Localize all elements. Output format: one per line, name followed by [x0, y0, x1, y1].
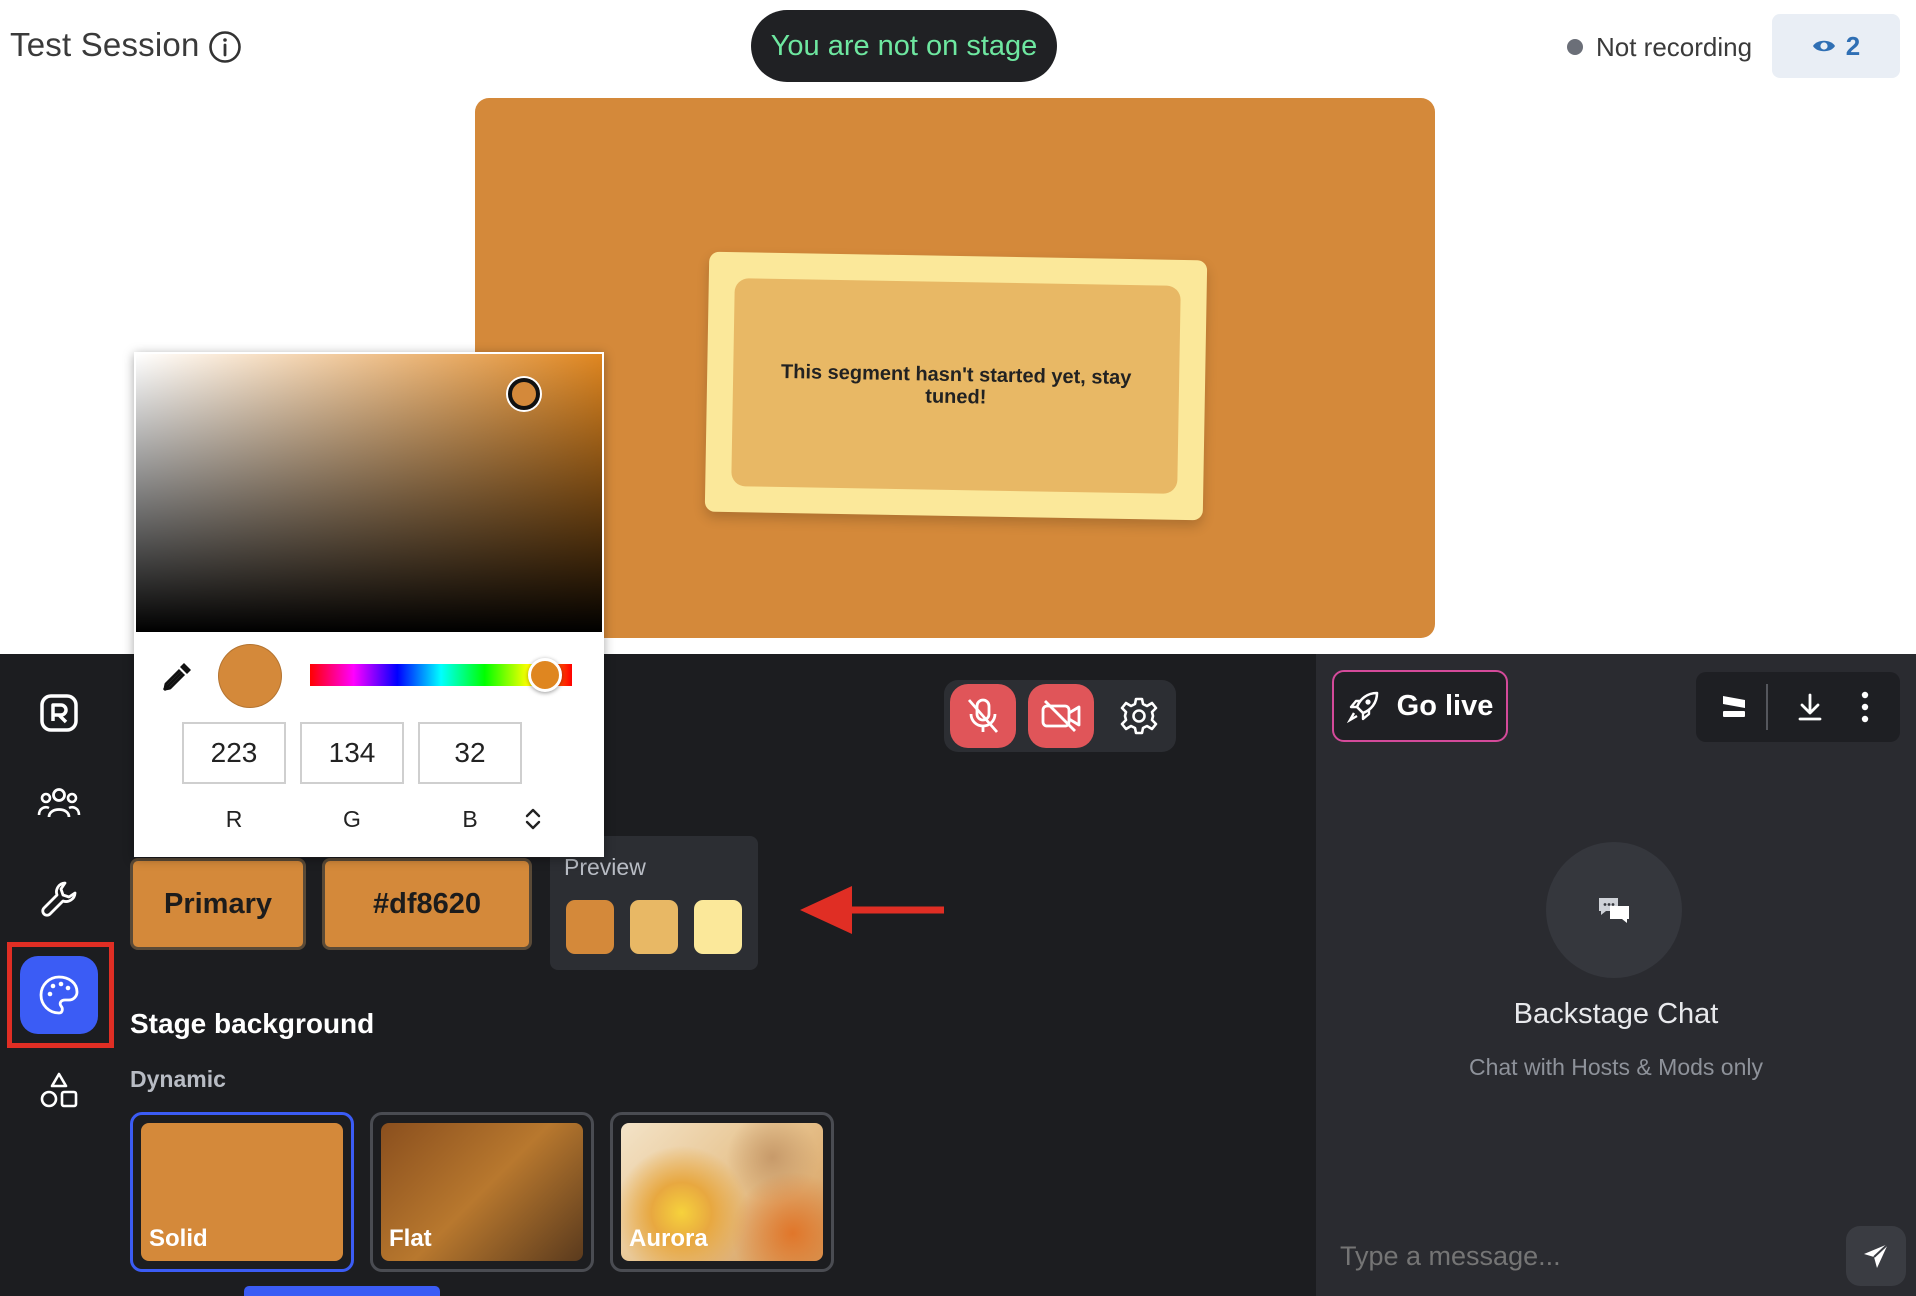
saturation-handle[interactable] [508, 378, 540, 410]
toggle-camera-button[interactable] [1028, 684, 1094, 748]
hue-slider-handle[interactable] [528, 658, 562, 692]
background-option-solid[interactable]: Solid [130, 1112, 354, 1272]
background-option-label: Flat [389, 1225, 432, 1252]
background-option-label: Aurora [629, 1225, 708, 1252]
viewer-count: 2 [1845, 30, 1861, 61]
stage-preview: This segment hasn't started yet, stay tu… [475, 98, 1435, 638]
go-live-button[interactable]: Go live [1332, 670, 1508, 742]
chat-bubbles-icon [1599, 898, 1629, 923]
eyedropper-icon[interactable] [160, 660, 194, 694]
hex-color-field[interactable]: #df8620 [322, 858, 532, 950]
toolbar-divider [1766, 684, 1768, 730]
solid-preview: Solid [141, 1123, 343, 1261]
viewer-count-button[interactable]: 2 [1772, 14, 1900, 78]
recording-dot-icon [1567, 39, 1583, 55]
green-value-input[interactable] [300, 722, 404, 784]
session-title: Test Session [10, 26, 200, 63]
download-icon[interactable] [1796, 692, 1824, 722]
chat-avatar [1546, 842, 1682, 978]
wrench-icon [41, 881, 77, 917]
preview-swatch-secondary [630, 900, 678, 954]
info-icon[interactable] [208, 30, 242, 64]
recording-status: Not recording [1596, 32, 1753, 62]
sidebar-item-elements[interactable] [20, 1052, 98, 1130]
blue-label: B [462, 806, 478, 832]
current-color-preview [218, 644, 282, 708]
blue-value-input[interactable] [418, 722, 522, 784]
background-option-aurora[interactable]: Aurora [610, 1112, 834, 1272]
top-header: Test Session You are not on stage Not re… [0, 0, 1916, 96]
more-options-icon[interactable] [1858, 690, 1872, 724]
chat-title: Backstage Chat [1513, 998, 1719, 1030]
segment-message: This segment hasn't started yet, stay tu… [731, 278, 1181, 494]
aurora-preview: Aurora [621, 1123, 823, 1261]
mute-mic-button[interactable] [950, 684, 1016, 748]
mic-off-icon [967, 698, 999, 733]
preview-swatch-tertiary [694, 900, 742, 954]
color-picker-popover: R G B [134, 352, 604, 857]
rocket-icon [1346, 691, 1378, 723]
go-live-label: Go live [1396, 689, 1494, 722]
red-label: R [225, 806, 243, 832]
chat-toolbar [1696, 672, 1900, 742]
chat-message-input[interactable] [1316, 1226, 1916, 1286]
media-controls [944, 680, 1176, 752]
send-icon [1864, 1243, 1889, 1268]
banner-icon[interactable] [1720, 692, 1748, 722]
preview-label: Preview [564, 854, 646, 880]
stage-background-title: Stage background [130, 1008, 375, 1039]
segment-card: This segment hasn't started yet, stay tu… [704, 251, 1208, 521]
dynamic-label: Dynamic [130, 1066, 226, 1092]
scroll-indicator [244, 1286, 440, 1296]
shapes-icon [40, 1072, 78, 1108]
chat-subtitle: Chat with Hosts & Mods only [1468, 1054, 1763, 1080]
sidebar-item-home[interactable] [20, 674, 98, 752]
sidebar-highlight-box [7, 942, 114, 1048]
camera-off-icon [1041, 700, 1081, 732]
sidebar-item-people[interactable] [20, 764, 98, 842]
settings-button[interactable] [1106, 684, 1172, 748]
green-label: G [343, 806, 361, 832]
gear-icon [1120, 697, 1158, 735]
background-option-label: Solid [149, 1225, 208, 1252]
red-arrow-annotation-icon [800, 886, 944, 934]
color-mode-toggle-icon[interactable] [522, 804, 544, 834]
eye-icon [1812, 40, 1835, 52]
people-icon [37, 788, 81, 818]
primary-color-swatch[interactable]: Primary [130, 858, 306, 950]
sidebar-item-tools[interactable] [20, 860, 98, 938]
red-value-input[interactable] [182, 722, 286, 784]
stage-status-pill: You are not on stage [751, 10, 1057, 82]
background-option-flat[interactable]: Flat [370, 1112, 594, 1272]
flat-preview: Flat [381, 1123, 583, 1261]
send-message-button[interactable] [1846, 1226, 1906, 1286]
preview-swatch-primary [566, 900, 614, 954]
logo-icon [40, 694, 78, 732]
